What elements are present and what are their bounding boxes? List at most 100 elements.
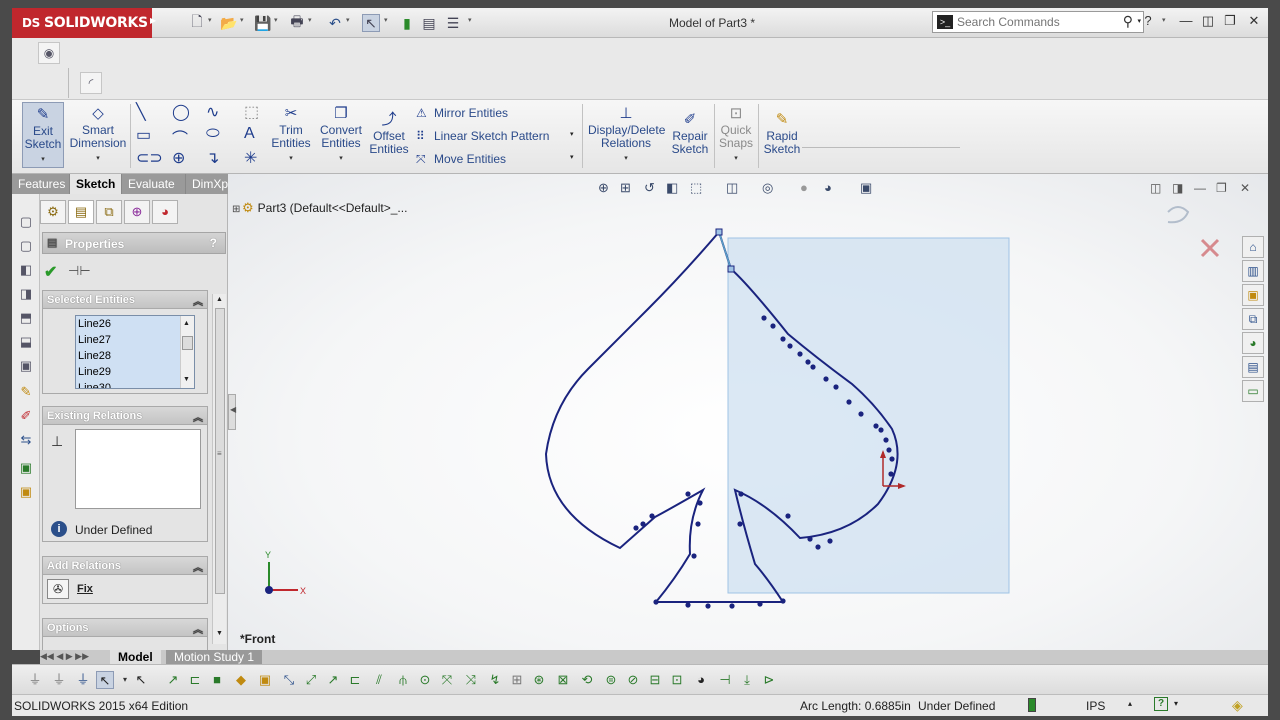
filter-connection-points-icon[interactable]: ⊡ <box>668 671 686 689</box>
help-button[interactable]: ? <box>210 236 217 250</box>
feature-manager-tab-icon[interactable]: ⚙ <box>40 200 66 224</box>
convert-entities-button[interactable]: ❐ Convert Entities ▾ <box>316 106 366 165</box>
filter-dimensions-icon[interactable]: ⤧ <box>438 671 456 689</box>
filter-center-marks-icon[interactable]: ⫛ <box>394 671 412 689</box>
circle-tool-icon[interactable]: ◯ <box>172 102 190 122</box>
minimize-icon[interactable]: — <box>1178 13 1194 29</box>
select-arrow-icon[interactable]: ↖ <box>362 14 380 32</box>
search-commands-box[interactable]: >_ ⚲ ▾ <box>932 11 1144 33</box>
bottom-view-icon[interactable]: ⬓ <box>18 334 34 350</box>
options-icon[interactable]: ☰ <box>444 14 462 32</box>
filter-weld-symbols-icon[interactable]: ⊠ <box>554 671 572 689</box>
collapse-chevron-icon[interactable]: ︽ <box>193 293 203 308</box>
list-item[interactable]: Line26 <box>76 316 194 332</box>
tab-evaluate[interactable]: Evaluate <box>122 174 186 194</box>
clear-filters-icon[interactable]: ⏚ <box>74 671 92 689</box>
fix-relation-icon[interactable]: ✇ <box>47 579 69 599</box>
exit-sketch-button[interactable]: ✎ Exit Sketch ▾ <box>22 102 64 168</box>
tag-icon[interactable]: ◈ <box>1232 697 1243 714</box>
normal-to-icon[interactable]: ▣ <box>18 358 34 374</box>
collapse-panel-icon[interactable]: ◀ <box>230 405 236 414</box>
curve-tool-icon[interactable]: ◜ <box>80 72 102 94</box>
file-explorer-icon[interactable]: ▣ <box>1242 284 1264 306</box>
filter-mid-points-icon[interactable]: ⊣ <box>716 671 734 689</box>
filter-surface-bodies-icon[interactable]: ◆ <box>232 671 250 689</box>
collapse-chevron-icon[interactable]: ︽ <box>193 559 203 574</box>
slot-tool-icon[interactable]: ⊂⊃ <box>136 148 163 168</box>
linear-sketch-pattern-button[interactable]: ⠿ Linear Sketch Pattern <box>416 129 549 143</box>
select-tool-icon[interactable]: ↖ <box>96 671 114 689</box>
zoom-to-area-icon[interactable]: ⊞ <box>620 180 631 196</box>
sketch-canvas[interactable]: Y X <box>228 174 1268 650</box>
right-view-icon[interactable]: ◨ <box>18 286 34 302</box>
file-properties-icon[interactable]: ▤ <box>420 14 438 32</box>
exit-sketch-corner-icon[interactable] <box>1167 206 1190 224</box>
smart-dimension-button[interactable]: ◇ Smart Dimension ▾ <box>68 106 128 165</box>
undo-dropdown-icon[interactable]: ▾ <box>346 16 350 24</box>
graphics-close-icon[interactable]: ✕ <box>1240 181 1250 195</box>
filter-routing-points-icon[interactable]: ◕ <box>692 671 710 689</box>
tile-icon[interactable]: ◫ <box>1200 13 1216 29</box>
close-icon[interactable]: ✕ <box>1246 13 1262 29</box>
status-dropdown-icon[interactable]: ▾ <box>1174 699 1178 708</box>
restore-icon[interactable]: ❐ <box>1222 13 1238 29</box>
expand-icon[interactable]: ⊞ <box>232 204 242 215</box>
smart-dimension-dropdown-icon[interactable]: ▾ <box>96 155 100 162</box>
filter-sketch-region-icon[interactable]: ⤓ <box>738 671 756 689</box>
undo-icon[interactable]: ↶ <box>326 14 344 32</box>
tab-motion-study[interactable]: Motion Study 1 <box>166 650 263 664</box>
endpoint-handle[interactable] <box>715 228 723 236</box>
tab-scroll-icon[interactable]: ◀◀ ◀ ▶ ▶▶ <box>40 651 89 662</box>
ok-checkmark-icon[interactable]: ✔ <box>44 262 57 282</box>
print-dropdown-icon[interactable]: ▾ <box>308 16 312 24</box>
property-manager-scrollbar[interactable]: ▲ ≡ ▼ <box>212 294 226 644</box>
help-icon[interactable]: ? <box>1140 13 1156 29</box>
filter-axes-icon[interactable]: ⤡ <box>280 671 298 689</box>
list-scrollbar[interactable]: ▲ ▼ <box>180 316 194 388</box>
scroll-thumb[interactable] <box>182 336 193 350</box>
smart-sketch-icon[interactable]: ✐ <box>18 408 34 424</box>
trim-dropdown-icon[interactable]: ▾ <box>289 155 293 162</box>
list-item[interactable]: Line29 <box>76 364 194 380</box>
save-icon[interactable]: 💾 <box>254 14 272 32</box>
graphics-restore-icon[interactable]: ❐ <box>1216 181 1227 195</box>
options-dropdown-icon[interactable]: ▾ <box>468 16 472 24</box>
front-view-icon[interactable]: ▢ <box>18 214 34 230</box>
tab-model[interactable]: Model <box>110 650 161 664</box>
graphics-minimize-icon[interactable]: — <box>1194 181 1206 195</box>
graphics-split-icon[interactable]: ◨ <box>1172 181 1183 195</box>
scroll-down-icon[interactable]: ▼ <box>216 630 223 637</box>
display-delete-relations-button[interactable]: ⊥ Display/Delete Relations ▾ <box>588 106 665 165</box>
existing-relations-header[interactable]: Existing Relations ︽ <box>43 407 207 425</box>
tab-sketch[interactable]: Sketch <box>70 174 122 194</box>
back-view-icon[interactable]: ▢ <box>18 238 34 254</box>
fillet-tool-icon[interactable]: ↴ <box>206 148 219 168</box>
extrude-icon[interactable]: ▣ <box>18 460 34 476</box>
record-macro-icon[interactable]: ◉ <box>38 42 60 64</box>
fix-relation-label[interactable]: Fix <box>77 583 93 595</box>
search-icon[interactable]: ⚲ <box>1123 13 1133 30</box>
cancel-corner-icon[interactable] <box>1200 238 1220 258</box>
zoom-to-fit-icon[interactable]: ⊕ <box>598 180 609 196</box>
configuration-manager-tab-icon[interactable]: ⧉ <box>96 200 122 224</box>
menu-expand-icon[interactable]: ▶ <box>150 16 156 25</box>
selected-entities-header[interactable]: Selected Entities ︽ <box>43 291 207 309</box>
new-document-icon[interactable]: 🗋 <box>188 13 206 32</box>
help-status-icon[interactable]: ? <box>1154 697 1168 711</box>
filter-cosmetic-threads-icon[interactable]: ⊜ <box>602 671 620 689</box>
existing-relations-list[interactable] <box>75 429 201 509</box>
rebuild-status-icon[interactable] <box>1028 698 1036 712</box>
view-settings-icon[interactable]: ▣ <box>860 180 872 196</box>
appearances-icon[interactable]: ◕ <box>1242 332 1264 354</box>
filter-toggle-icon[interactable]: ⏚ <box>50 671 68 689</box>
mirror-entities-button[interactable]: ⚠ Mirror Entities <box>416 106 508 120</box>
graphics-tile-icon[interactable]: ◫ <box>1150 181 1161 195</box>
filter-sketch-points-icon[interactable]: ↗ <box>324 671 342 689</box>
filter-planes-icon[interactable]: ⤢ <box>302 671 320 689</box>
forum-icon[interactable]: ▭ <box>1242 380 1264 402</box>
units-dropdown-icon[interactable]: ▴ <box>1128 699 1132 708</box>
sketch-icon[interactable]: ✎ <box>18 384 34 400</box>
text-tool-icon[interactable]: A <box>244 125 255 143</box>
list-item[interactable]: Line28 <box>76 348 194 364</box>
filter-centerline-icon[interactable]: ⊙ <box>416 671 434 689</box>
